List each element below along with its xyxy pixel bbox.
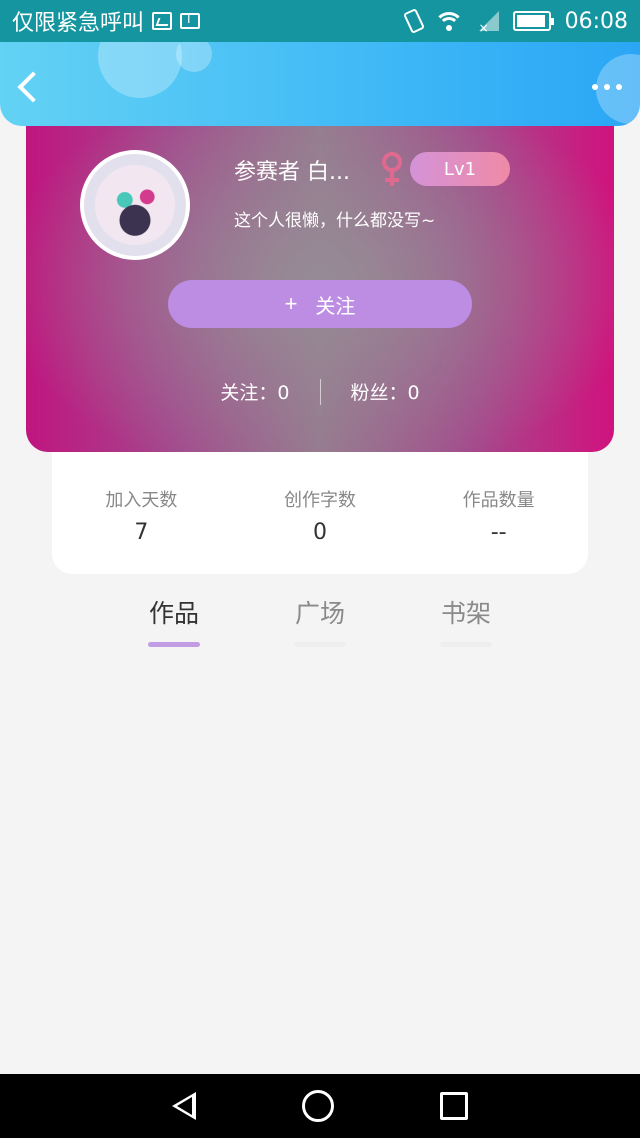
tab-underline bbox=[294, 642, 346, 647]
nav-recent-apps-icon[interactable] bbox=[440, 1092, 468, 1120]
status-time: 06:08 bbox=[564, 8, 628, 34]
nav-home-icon[interactable] bbox=[302, 1090, 334, 1122]
tab-underline bbox=[148, 642, 200, 647]
info-works-count: 作品数量 -- bbox=[409, 452, 588, 574]
sim-notification-icon bbox=[180, 12, 201, 29]
content-tabs: 作品 广场 书架 bbox=[0, 594, 640, 647]
carrier-text: 仅限紧急呼叫 bbox=[12, 11, 145, 36]
info-label: 创作字数 bbox=[284, 490, 356, 511]
info-join-days: 加入天数 7 bbox=[52, 452, 231, 574]
follow-button[interactable]: + 关注 bbox=[168, 280, 472, 328]
tab-label: 广场 bbox=[294, 599, 345, 628]
avatar[interactable] bbox=[80, 150, 190, 260]
female-icon bbox=[382, 152, 402, 186]
chevron-left-icon[interactable] bbox=[17, 71, 49, 103]
vibrate-icon bbox=[402, 8, 425, 34]
battery-icon bbox=[512, 11, 554, 31]
profile-card: 参赛者 白... Lv1 这个人很懒，什么都没写~ + 关注 关注：0 粉丝：0 bbox=[26, 110, 614, 452]
signal-icon bbox=[477, 11, 499, 35]
level-badge: Lv1 bbox=[410, 152, 510, 186]
tab-square[interactable]: 广场 bbox=[292, 594, 348, 647]
decor-bubble bbox=[176, 42, 212, 72]
more-horizontal-icon[interactable] bbox=[592, 84, 622, 90]
plus-icon: + bbox=[284, 291, 298, 316]
wifi-icon bbox=[434, 10, 463, 32]
follow-stats: 关注：0 粉丝：0 bbox=[26, 378, 614, 405]
status-bar: 仅限紧急呼叫 06:08 bbox=[0, 0, 640, 42]
info-label: 加入天数 bbox=[105, 490, 178, 511]
tab-label: 书架 bbox=[440, 599, 491, 628]
tab-label: 作品 bbox=[148, 599, 199, 628]
following-count[interactable]: 关注：0 bbox=[220, 378, 289, 405]
user-bio: 这个人很懒，什么都没写~ bbox=[234, 211, 436, 231]
tab-bookshelf[interactable]: 书架 bbox=[438, 594, 494, 647]
app-header bbox=[0, 42, 640, 126]
username: 参赛者 白... bbox=[234, 160, 350, 185]
decor-bubble bbox=[98, 42, 182, 98]
info-value: 0 bbox=[313, 520, 327, 545]
info-word-count: 创作字数 0 bbox=[231, 452, 410, 574]
info-card: 加入天数 7 创作字数 0 作品数量 -- bbox=[52, 452, 588, 574]
follow-button-label: 关注 bbox=[315, 295, 356, 318]
tab-underline bbox=[440, 642, 492, 647]
info-value: 7 bbox=[134, 520, 149, 545]
stats-divider bbox=[319, 378, 321, 405]
system-nav-bar bbox=[0, 1074, 640, 1138]
fans-count[interactable]: 粉丝：0 bbox=[351, 378, 420, 405]
nav-back-icon[interactable] bbox=[172, 1092, 196, 1120]
info-label: 作品数量 bbox=[462, 490, 535, 511]
info-value: -- bbox=[490, 520, 507, 545]
image-notification-icon bbox=[152, 12, 173, 30]
tab-works[interactable]: 作品 bbox=[146, 594, 202, 647]
